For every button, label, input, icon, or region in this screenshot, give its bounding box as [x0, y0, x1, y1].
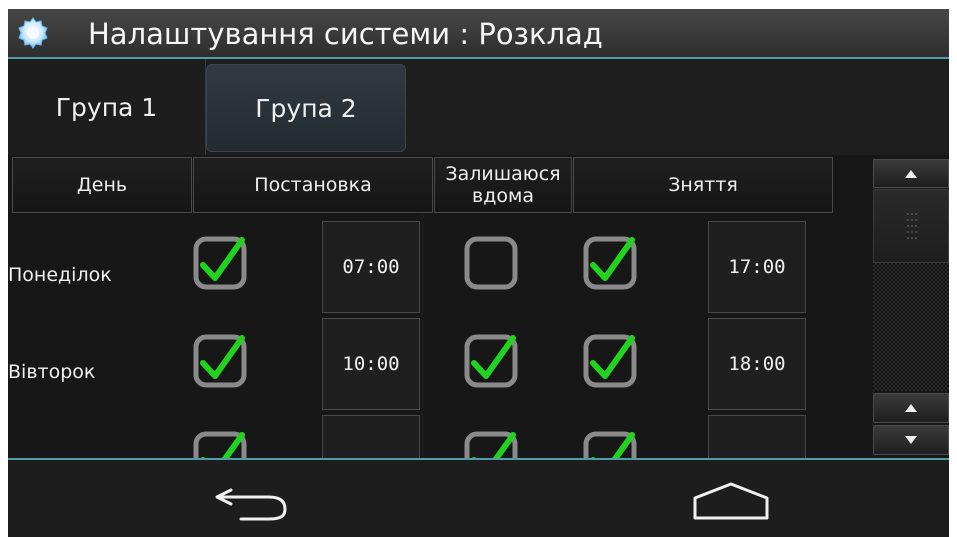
arm-checkbox-monday[interactable] — [191, 234, 249, 292]
scroll-up-button[interactable] — [873, 159, 949, 188]
disarm-time-monday[interactable]: 17:00 — [708, 221, 806, 313]
scroll-up-lower-button[interactable] — [873, 393, 949, 423]
disarm-checkbox-tuesday[interactable] — [581, 332, 639, 390]
home-icon[interactable] — [691, 480, 771, 524]
stay-home-checkbox-tuesday[interactable] — [462, 332, 520, 390]
navigation-bar — [8, 458, 949, 537]
system-settings-window: Налаштування системи : Розклад Група 1 Г… — [8, 9, 949, 537]
triangle-down-icon — [905, 436, 917, 444]
vertical-scrollbar[interactable] — [833, 155, 949, 458]
column-header-stay-home: Залишаюся вдома — [434, 157, 572, 213]
tab-group-2[interactable]: Група 2 — [206, 64, 406, 152]
back-arrow-icon[interactable] — [211, 480, 291, 524]
schedule-table: День Постановка Залишаюся вдома Зняття П… — [8, 155, 833, 458]
column-header-day: День — [12, 157, 192, 213]
arm-checkbox-next-row[interactable] — [191, 429, 249, 458]
arm-time-next-row[interactable] — [322, 415, 420, 458]
day-label-monday: Понеділок — [8, 264, 112, 286]
settings-gear-icon — [18, 17, 48, 49]
scroll-track[interactable] — [873, 263, 949, 391]
arm-time-monday[interactable]: 07:00 — [322, 221, 420, 313]
grip-icon — [907, 213, 917, 239]
title-bar: Налаштування системи : Розклад — [8, 9, 949, 59]
column-header-disarm: Зняття — [573, 157, 833, 213]
column-gap — [421, 214, 424, 458]
page-title: Налаштування системи : Розклад — [88, 17, 603, 51]
scroll-down-button[interactable] — [873, 425, 949, 455]
disarm-time-next-row[interactable] — [708, 415, 806, 458]
triangle-up-icon — [905, 404, 917, 412]
day-label-tuesday: Вівторок — [8, 361, 96, 383]
scroll-thumb[interactable] — [873, 189, 949, 263]
stay-home-checkbox-monday[interactable] — [462, 234, 520, 292]
tab-group-1[interactable]: Група 1 — [8, 59, 206, 155]
group-tabs: Група 1 Група 2 — [8, 59, 949, 155]
arm-checkbox-tuesday[interactable] — [191, 332, 249, 390]
triangle-up-icon — [905, 169, 917, 178]
disarm-checkbox-monday[interactable] — [581, 234, 639, 292]
disarm-time-tuesday[interactable]: 18:00 — [708, 318, 806, 410]
stay-home-checkbox-next-row[interactable] — [462, 429, 520, 458]
disarm-checkbox-next-row[interactable] — [581, 429, 639, 458]
arm-time-tuesday[interactable]: 10:00 — [322, 318, 420, 410]
column-header-arm: Постановка — [193, 157, 433, 213]
